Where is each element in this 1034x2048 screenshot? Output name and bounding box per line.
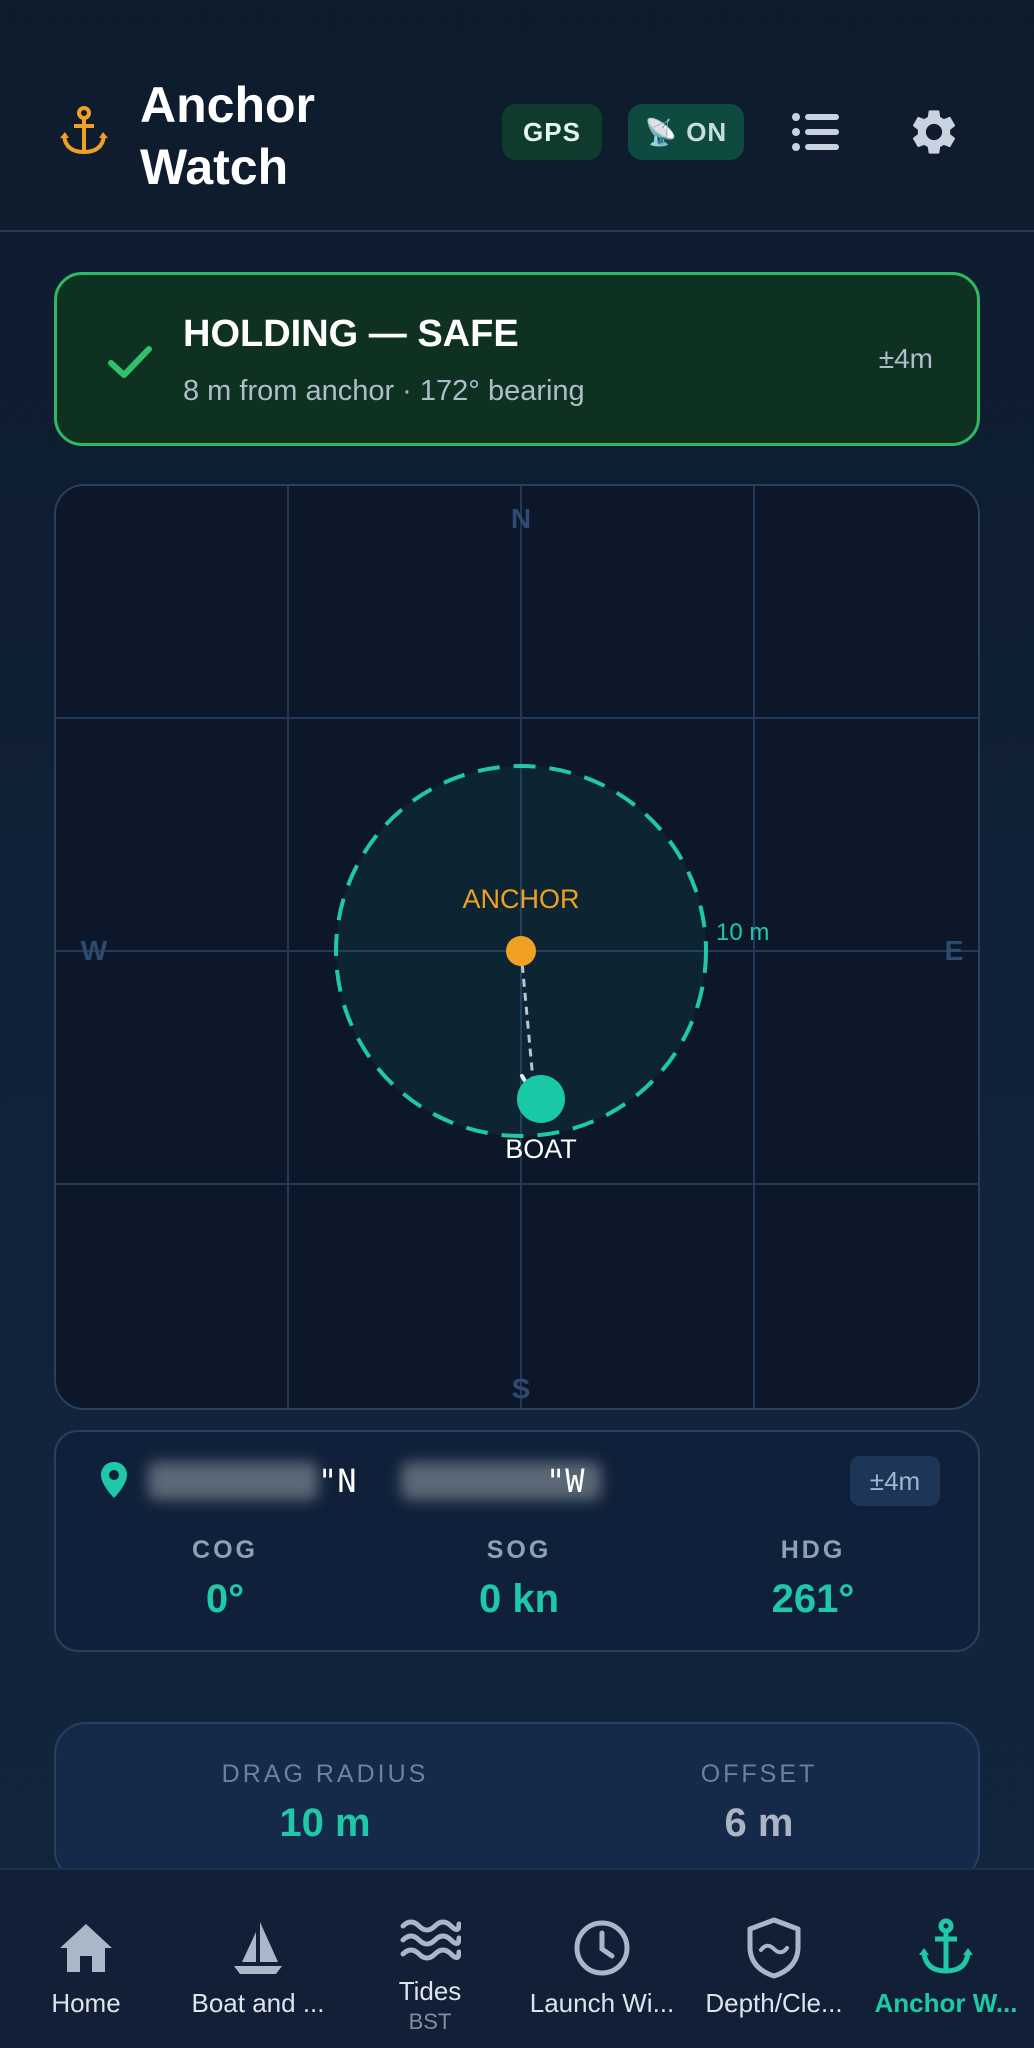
compass-north: N	[511, 503, 531, 534]
sailboat-icon	[234, 1922, 282, 1974]
app-title: Anchor Watch	[140, 77, 315, 195]
gps-info-card: "N "W ±4m COG 0° SOG 0 kn HDG 261°	[54, 1430, 980, 1652]
alarm-toggle-badge[interactable]: 📡 ON	[628, 104, 744, 160]
settings-button[interactable]	[900, 98, 968, 166]
nav-label: Tides	[398, 1976, 462, 2006]
status-title: HOLDING — SAFE	[183, 313, 519, 355]
metric-label: SOG	[486, 1536, 552, 1564]
status-subtitle: 8 m from anchor · 172° bearing	[183, 375, 585, 407]
metric-value: 0 kn	[478, 1577, 560, 1621]
drag-radius[interactable]: DRAG RADIUS 10 m	[175, 1760, 475, 1846]
anchor-icon	[919, 1918, 973, 1974]
nav-launch-window[interactable]: Launch Wi...	[516, 1870, 688, 2048]
home-icon	[60, 1924, 112, 1972]
gear-icon	[912, 110, 956, 154]
metric-sog: SOG 0 kn	[399, 1536, 639, 1622]
anchor-marker[interactable]	[506, 936, 536, 966]
nav-sublabel: BST	[408, 2009, 452, 2034]
boat-label: BOAT	[505, 1134, 577, 1164]
list-icon	[792, 113, 839, 151]
nav-tides[interactable]: Tides BST	[344, 1870, 516, 2048]
offset-value: 6 m	[724, 1801, 794, 1845]
gps-status-badge[interactable]: GPS	[502, 104, 602, 160]
check-icon	[108, 346, 152, 378]
compass-south: S	[512, 1373, 531, 1404]
drag-radius-value: 10 m	[279, 1801, 371, 1845]
compass-east: E	[945, 935, 964, 966]
drag-radius-label: DRAG RADIUS	[221, 1760, 429, 1788]
holding-status-card: HOLDING — SAFE 8 m from anchor · 172° be…	[54, 272, 980, 446]
metric-cog: COG 0°	[105, 1536, 345, 1622]
alarm-badge-label: ON	[686, 116, 728, 147]
radius-label: 10 m	[716, 919, 769, 946]
anchor-label: ANCHOR	[462, 884, 579, 914]
waves-icon	[400, 1919, 461, 1961]
list-button[interactable]	[782, 98, 850, 166]
nav-label: Home	[51, 1988, 121, 2018]
satellite-dish-icon: 📡	[644, 116, 679, 147]
nav-label: Launch Wi...	[529, 1988, 675, 2018]
nav-home[interactable]: Home	[0, 1870, 172, 2048]
drag-settings-card[interactable]: DRAG RADIUS 10 m OFFSET 6 m	[54, 1722, 980, 1882]
nav-label: Boat and ...	[191, 1988, 325, 2018]
offset-label: OFFSET	[700, 1760, 818, 1788]
gps-accuracy-badge: ±4m	[850, 1456, 940, 1506]
metric-label: HDG	[780, 1536, 846, 1564]
offset[interactable]: OFFSET 6 m	[609, 1760, 909, 1846]
metric-value: 0°	[205, 1577, 245, 1621]
gps-badge-label: GPS	[523, 116, 581, 147]
anchor-icon	[60, 106, 108, 155]
anchor-radar-map[interactable]: N S W E 10 m ANCHOR BOAT	[54, 484, 980, 1410]
latitude-redacted	[148, 1462, 318, 1500]
clock-icon	[574, 1920, 630, 1976]
nav-label: Depth/Cle...	[705, 1988, 843, 2018]
app-header: Anchor Watch GPS 📡 ON	[0, 0, 1034, 232]
nav-anchor-watch[interactable]: Anchor W...	[860, 1870, 1032, 2048]
metric-value: 261°	[771, 1577, 855, 1621]
boat-marker[interactable]	[517, 1075, 565, 1123]
location-pin-icon	[101, 1462, 127, 1498]
nav-depth-clearance[interactable]: Depth/Cle...	[688, 1870, 860, 2048]
bottom-navigation: Home Boat and ... Tides BST Launch Wi...…	[0, 1868, 1034, 2048]
status-accuracy: ±4m	[878, 343, 933, 374]
latitude-suffix: "N	[318, 1462, 357, 1500]
shield-wave-icon	[747, 1917, 801, 1979]
metric-hdg: HDG 261°	[693, 1536, 933, 1622]
radar-svg: N S W E 10 m ANCHOR BOAT	[56, 486, 978, 1408]
compass-west: W	[81, 935, 108, 966]
nav-label: Anchor W...	[874, 1988, 1018, 2018]
longitude-suffix: "W	[546, 1462, 585, 1500]
metric-label: COG	[192, 1536, 258, 1564]
nav-boat[interactable]: Boat and ...	[172, 1870, 344, 2048]
